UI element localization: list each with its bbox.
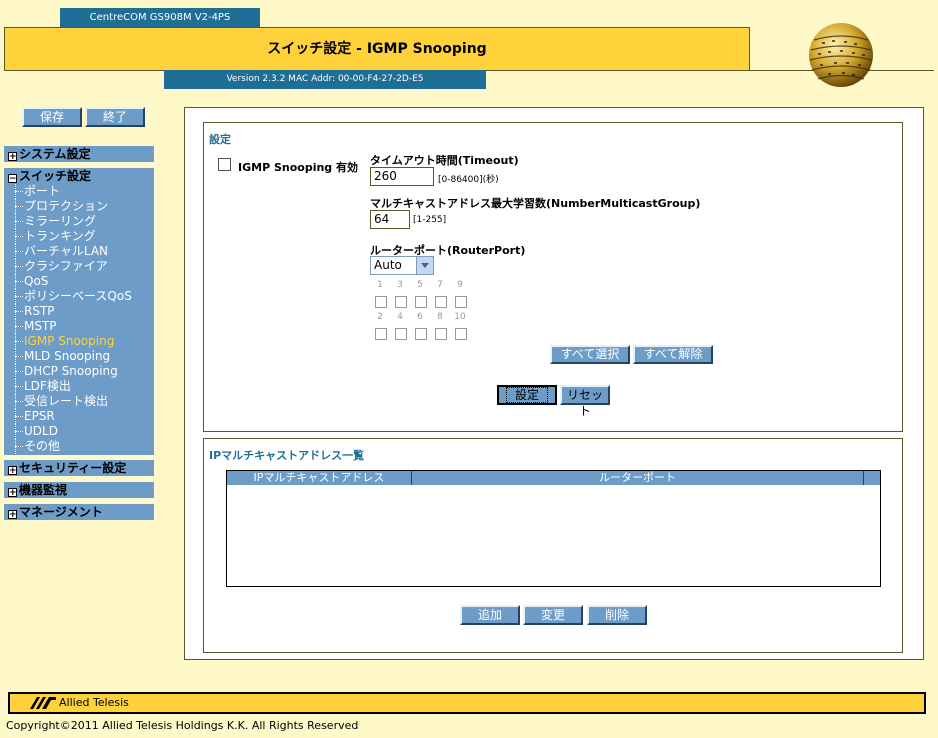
nav-group-system[interactable]: + システム設定 [4,146,154,162]
sidebar-item-policy-qos[interactable]: ポリシーベースQoS [12,289,132,304]
timeout-input[interactable]: 260 [370,167,434,186]
nav-group-security[interactable]: + セキュリティー設定 [4,460,154,476]
settings-title: 設定 [209,133,231,146]
exit-button[interactable]: 終了 [85,107,145,127]
clear-all-button[interactable]: すべて解除 [633,345,713,364]
timeout-hint: [0-86400](秒) [438,175,499,185]
expand-icon: + [8,466,17,476]
port-number: 3 [397,280,403,290]
brand-mark-icon [30,696,56,709]
nav-group-monitor[interactable]: + 機器監視 [4,482,154,498]
port-number: 7 [437,280,443,290]
column-header-ip[interactable]: IPマルチキャストアドレス [227,471,412,485]
reset-button[interactable]: リセット [560,385,610,418]
sidebar-item-classifier[interactable]: クラシファイア [12,259,108,274]
port-number: 5 [417,280,423,290]
port-4-checkbox[interactable] [395,328,407,340]
sidebar-item-vlan[interactable]: バーチャルLAN [12,244,108,259]
max-group-input[interactable]: 64 [370,210,410,229]
sidebar-item-mirroring[interactable]: ミラーリング [12,214,96,229]
expand-icon: + [8,488,17,498]
nav-group-management[interactable]: + マネージメント [4,504,154,520]
expand-icon: + [8,510,17,520]
sidebar-item-other[interactable]: その他 [12,439,60,454]
sidebar-item-protection[interactable]: プロテクション [12,199,108,214]
switch-submenu: ポート プロテクション ミラーリング トランキング バーチャルLAN クラシファ… [4,183,154,455]
igmp-enable-label: IGMP Snooping 有効 [238,161,359,174]
sidebar-item-rate-detect[interactable]: 受信レート検出 [12,394,108,409]
save-button[interactable]: 保存 [22,107,82,127]
port-number: 2 [377,312,383,322]
port-1-checkbox[interactable] [375,296,387,308]
add-button[interactable]: 追加 [460,605,520,625]
allied-telesis-logo: Allied Telesis [30,696,129,709]
sidebar-item-mld-snooping[interactable]: MLD Snooping [12,349,110,364]
port-7-checkbox[interactable] [435,296,447,308]
sidebar-item-igmp-snooping[interactable]: IGMP Snooping [12,334,114,349]
port-number: 4 [397,312,403,322]
page-title: スイッチ設定 - IGMP Snooping [4,27,750,71]
select-all-button[interactable]: すべて選択 [550,345,630,364]
max-group-label: マルチキャストアドレス最大学習数(NumberMulticastGroup) [370,197,701,210]
sidebar-item-qos[interactable]: QoS [12,274,48,289]
sidebar-item-epsr[interactable]: EPSR [12,409,55,424]
port-6-checkbox[interactable] [415,328,427,340]
scrollbar-header [864,471,880,485]
port-3-checkbox[interactable] [395,296,407,308]
port-9-checkbox[interactable] [455,296,467,308]
port-5-checkbox[interactable] [415,296,427,308]
max-group-hint: [1-255] [413,215,447,225]
port-number: 1 [377,280,383,290]
model-tab: CentreCOM GS908M V2-4PS [60,8,260,28]
multicast-list[interactable]: IPマルチキャストアドレス ルーターポート [226,470,881,587]
delete-button[interactable]: 削除 [587,605,647,625]
expand-icon: + [8,152,17,162]
column-header-router-port[interactable]: ルーターポート [412,471,864,485]
sidebar-item-mstp[interactable]: MSTP [12,319,57,334]
apply-button[interactable]: 設定 [497,385,557,405]
footer-bar: Allied Telesis [8,692,926,714]
port-number: 6 [417,312,423,322]
sidebar-item-dhcp-snooping[interactable]: DHCP Snooping [12,364,118,379]
version-info: Version 2.3.2 MAC Addr: 00-00-F4-27-2D-E… [164,70,486,89]
nav-group-switch[interactable]: − スイッチ設定 [4,168,154,184]
port-number: 8 [437,312,443,322]
sidebar-item-port[interactable]: ポート [12,184,60,199]
modify-button[interactable]: 変更 [523,605,583,625]
list-title: IPマルチキャストアドレス一覧 [209,449,365,462]
timeout-label: タイムアウト時間(Timeout) [370,154,519,167]
port-number: 10 [454,312,466,322]
port-number: 9 [457,280,463,290]
collapse-icon: − [8,174,17,184]
sidebar-item-trunking[interactable]: トランキング [12,229,96,244]
sidebar-item-rstp[interactable]: RSTP [12,304,55,319]
router-port-select[interactable]: Auto [370,256,434,275]
port-10-checkbox[interactable] [455,328,467,340]
chevron-down-icon [416,257,433,274]
globe-logo-icon [809,23,873,87]
sidebar-item-ldf[interactable]: LDF検出 [12,379,71,394]
igmp-enable-checkbox[interactable] [218,158,231,171]
port-8-checkbox[interactable] [435,328,447,340]
port-2-checkbox[interactable] [375,328,387,340]
sidebar-item-udld[interactable]: UDLD [12,424,58,439]
copyright-text: Copyright©2011 Allied Telesis Holdings K… [6,719,359,732]
